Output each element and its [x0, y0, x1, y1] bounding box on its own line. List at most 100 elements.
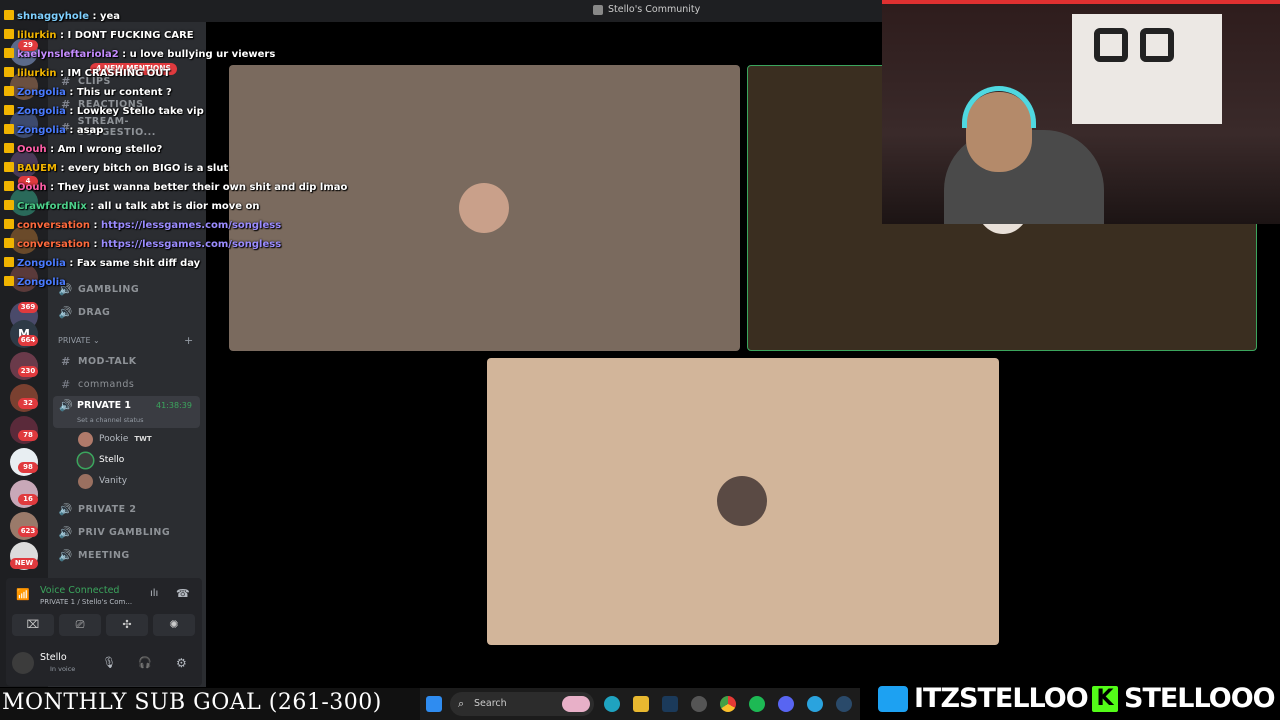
chat-message: Oouh : Am I wrong stello?: [4, 143, 162, 158]
app-icon[interactable]: [691, 696, 707, 712]
noise-suppression-icon[interactable]: ılı: [150, 588, 158, 599]
voice-status: Voice Connected: [40, 585, 120, 596]
channel-priv-gambling[interactable]: 🔊 PRIV GAMBLING: [58, 522, 204, 542]
speaker-icon: 🔊: [58, 548, 74, 562]
speaker-icon: 🔊: [58, 525, 74, 539]
sub-badge: [4, 200, 14, 210]
voice-timer: 41:38:39: [156, 401, 192, 410]
participant-avatar: [717, 476, 767, 526]
mention-badge: 230: [18, 366, 38, 377]
activities-button[interactable]: ✣: [106, 614, 148, 636]
chat-message: shnaggyhole : yea: [4, 10, 120, 25]
chat-message: conversation : https://lessgames.com/son…: [4, 219, 281, 234]
channel-mod-talk[interactable]: # MOD-TALK: [58, 351, 204, 371]
camera-off-button[interactable]: ⌧: [12, 614, 54, 636]
channel-private-1[interactable]: 🔊 PRIVATE 1 41:38:39 Set a channel statu…: [53, 396, 200, 428]
sub-badge: [4, 181, 14, 191]
telegram-icon[interactable]: [807, 696, 823, 712]
chat-message: Oouh : They just wanna better their own …: [4, 181, 347, 196]
sub-badge: [4, 10, 14, 20]
sub-badge: [4, 67, 14, 77]
chat-message: CrawfordNix : all u talk abt is dior mov…: [4, 200, 260, 215]
voice-location[interactable]: PRIVATE 1 / Stello's Com...: [40, 598, 132, 606]
kick-icon: K: [1090, 684, 1120, 714]
avatar: [78, 452, 93, 468]
chat-message: lilurkin : IM CRASHING OUT: [4, 67, 170, 82]
sub-badge: [4, 86, 14, 96]
sub-badge: [4, 257, 14, 267]
participant-tile[interactable]: [487, 358, 999, 645]
chat-message: conversation : https://lessgames.com/son…: [4, 238, 281, 253]
chat-message: kaelynsleftariola2 : u love bullying ur …: [4, 48, 275, 63]
channel-meeting[interactable]: 🔊 MEETING: [58, 545, 204, 565]
participant-avatar: [459, 183, 509, 233]
webcam-poster-logo: [1094, 28, 1128, 62]
search-highlight-icon: [562, 696, 590, 712]
steam-icon[interactable]: [662, 696, 678, 712]
chat-message: Zongolia : This ur content ?: [4, 86, 172, 101]
mention-badge: 623: [18, 526, 38, 537]
chat-link: https://lessgames.com/songless: [101, 239, 282, 250]
channel-drag[interactable]: 🔊 DRAG: [58, 302, 204, 322]
user-status: In voice: [50, 665, 76, 673]
channel-status[interactable]: Set a channel status: [77, 416, 144, 424]
server-icon: [593, 5, 603, 15]
window-title: Stello's Community: [608, 4, 701, 15]
twitter-handle: ITZSTELLOO: [914, 683, 1089, 714]
speaker-icon: 🔊: [58, 305, 74, 319]
category-private[interactable]: PRIVATE ⌄: [58, 336, 100, 345]
mention-badge: 98: [18, 462, 38, 473]
sub-badge: [4, 29, 14, 39]
chrome-icon[interactable]: [720, 696, 736, 712]
sub-badge: [4, 238, 14, 248]
channel-private-2[interactable]: 🔊 PRIVATE 2: [58, 499, 204, 519]
edge-icon[interactable]: [604, 696, 620, 712]
mention-badge: 78: [18, 430, 38, 441]
chat-message: Zongolia : Lowkey Stello take vip: [4, 105, 204, 120]
avatar: [78, 431, 93, 447]
channel-commands[interactable]: # commands: [58, 374, 204, 394]
taskbar-search[interactable]: ⌕ Search: [450, 692, 594, 716]
sub-badge: [4, 276, 14, 286]
twt-tag: TWT: [134, 435, 152, 443]
sub-badge: [4, 162, 14, 172]
chat-message: Zongolia : asap: [4, 124, 103, 139]
disconnect-icon[interactable]: ☎: [176, 587, 190, 600]
voice-user[interactable]: Pookie TWT: [78, 431, 152, 447]
signal-icon: 📶: [16, 588, 30, 601]
file-explorer-icon[interactable]: [633, 696, 649, 712]
soundboard-button[interactable]: ✺: [153, 614, 195, 636]
screen-share-button[interactable]: ⎚: [59, 614, 101, 636]
mention-badge: 16: [18, 494, 38, 505]
search-placeholder: Search: [474, 698, 507, 709]
avatar: [78, 473, 93, 489]
twitter-icon: [876, 684, 910, 714]
voice-user[interactable]: Stello: [78, 452, 124, 468]
search-icon: ⌕: [458, 697, 465, 710]
sub-badge: [4, 48, 14, 58]
stream-chat: shnaggyhole : yea lilurkin : I DONT FUCK…: [0, 0, 347, 300]
hash-icon: #: [61, 377, 71, 391]
speaker-icon: 🔊: [59, 399, 73, 412]
voice-user[interactable]: Vanity: [78, 473, 127, 489]
chat-link: https://lessgames.com/songless: [101, 220, 282, 231]
kick-handle: STELLOOO: [1124, 683, 1276, 714]
sub-badge: [4, 219, 14, 229]
speaker-icon: 🔊: [58, 502, 74, 516]
sub-goal-text: MONTHLY SUB GOAL (261-300): [2, 690, 382, 715]
discord-icon[interactable]: [778, 696, 794, 712]
settings-icon[interactable]: ⚙: [176, 656, 187, 670]
user-name: Stello: [40, 652, 67, 663]
microphone-icon[interactable]: 🎙: [102, 656, 116, 669]
hash-icon: #: [61, 354, 71, 368]
spotify-icon[interactable]: [749, 696, 765, 712]
windows-start-icon[interactable]: [426, 696, 442, 712]
steam-icon[interactable]: [836, 696, 852, 712]
avatar[interactable]: [12, 652, 34, 674]
add-channel-icon[interactable]: +: [184, 334, 193, 347]
sub-badge: [4, 143, 14, 153]
new-badge: NEW: [10, 558, 38, 569]
headphones-icon[interactable]: 🎧: [138, 656, 152, 669]
chat-message: Zongolia : Fax same shit diff day: [4, 257, 200, 272]
chat-message: BAUEM : every bitch on BIGO is a slut: [4, 162, 228, 177]
